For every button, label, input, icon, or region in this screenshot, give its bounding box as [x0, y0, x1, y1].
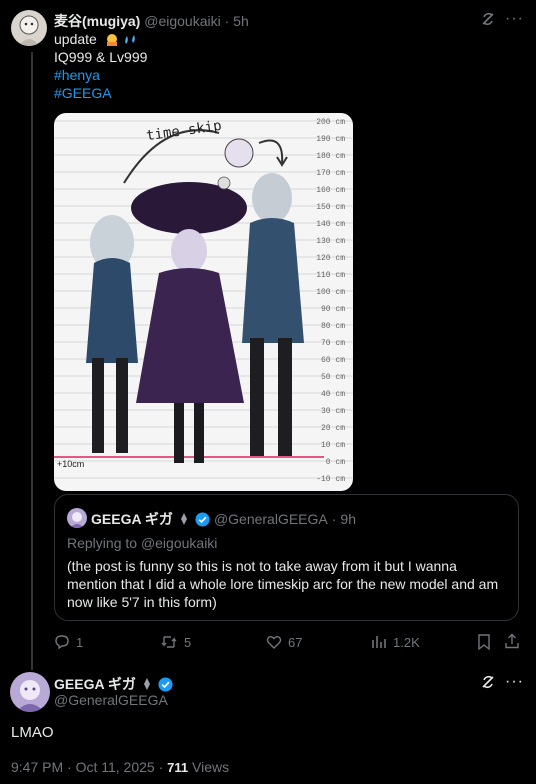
- repost-icon: [160, 634, 178, 650]
- analytics-icon: [371, 634, 387, 650]
- views-button[interactable]: 1.2K: [371, 634, 420, 650]
- scale-note: +10cm: [57, 459, 85, 469]
- quoted-post[interactable]: GEEGA ギガ @GeneralGEEGA · 9h Replying to …: [54, 494, 519, 621]
- ruler-label: 130 cm: [316, 237, 345, 246]
- reply-button[interactable]: 1: [54, 634, 83, 650]
- bookmark-icon[interactable]: [477, 634, 491, 650]
- more-options-icon[interactable]: ···: [505, 10, 524, 28]
- ruler-label: 80 cm: [321, 322, 345, 331]
- ruler-label: 170 cm: [316, 169, 345, 178]
- reply-meta: 9:47 PM · Oct 11, 2025 · 711 Views: [11, 759, 230, 775]
- grok-icon[interactable]: [480, 11, 496, 27]
- post-time[interactable]: 5h: [233, 13, 249, 29]
- post-text: update IQ999 & Lv999 #henya #GEEGA: [54, 31, 148, 102]
- quoted-author-avatar: [67, 508, 87, 528]
- heart-icon: [266, 634, 282, 650]
- replying-to: Replying to @eigoukaiki: [67, 535, 218, 551]
- more-options-icon[interactable]: ···: [505, 673, 524, 691]
- like-button[interactable]: 67: [266, 634, 302, 650]
- ruler-label: 160 cm: [316, 186, 345, 195]
- quoted-post-time: 9h: [340, 511, 356, 527]
- thread-connector-line: [31, 52, 33, 670]
- ruler-label: 30 cm: [321, 407, 345, 416]
- quoted-post-text: (the post is funny so this is not to tak…: [67, 558, 499, 610]
- author-handle[interactable]: @eigoukaiki: [144, 13, 220, 29]
- ruler-label: 190 cm: [316, 135, 345, 144]
- ruler-label: 60 cm: [321, 356, 345, 365]
- post-image[interactable]: 200 cm 190 cm 180 cm 170 cm 160 cm 150 cm 140 …: [54, 113, 353, 491]
- affiliate-badge-icon: [177, 512, 191, 526]
- hashtag-henya[interactable]: #henya: [54, 66, 147, 84]
- verified-badge-icon: [158, 676, 173, 692]
- reply-timestamp[interactable]: 9:47 PM · Oct 11, 2025 ·: [11, 759, 167, 775]
- reply-icon: [54, 634, 70, 650]
- ruler-label: 120 cm: [316, 254, 345, 263]
- ruler-label: 100 cm: [316, 288, 345, 297]
- reply-author-row: GEEGA ギガ: [54, 674, 173, 694]
- ruler-label: 110 cm: [316, 271, 345, 280]
- ruler-label: 70 cm: [321, 339, 345, 348]
- author-name[interactable]: 麦谷(mugiya): [54, 13, 140, 29]
- views-count: 711: [167, 760, 189, 775]
- share-icon[interactable]: [504, 633, 520, 649]
- hashtag-geega[interactable]: #GEEGA: [54, 84, 147, 102]
- ruler-label: 40 cm: [321, 390, 345, 399]
- height-chart-illustration: 200 cm 190 cm 180 cm 170 cm 160 cm 150 cm 140 …: [54, 118, 353, 484]
- reply-author-handle[interactable]: @GeneralGEEGA: [54, 692, 168, 708]
- ruler-label: 50 cm: [321, 373, 345, 382]
- reply-author-name[interactable]: GEEGA ギガ: [54, 674, 136, 694]
- ruler-label: -10 cm: [316, 475, 345, 484]
- post-header: 麦谷(mugiya) @eigoukaiki · 5h: [54, 13, 249, 29]
- quoted-author-name: GEEGA ギガ: [91, 511, 173, 527]
- affiliate-badge-icon: [140, 677, 154, 691]
- character-figures: [86, 129, 304, 463]
- quoted-author-handle: @GeneralGEEGA: [213, 511, 328, 527]
- reply-author-avatar[interactable]: [10, 672, 50, 712]
- emoji-pouring-icon: [105, 33, 139, 47]
- ruler-label: 200 cm: [316, 118, 345, 127]
- ruler-label: 90 cm: [321, 305, 345, 314]
- ruler-label: 140 cm: [316, 220, 345, 229]
- repost-button[interactable]: 5: [160, 634, 191, 650]
- ruler-label: 0 cm: [326, 458, 345, 467]
- grok-icon[interactable]: [480, 674, 496, 690]
- ruler-label: 10 cm: [321, 441, 345, 450]
- verified-badge-icon: [195, 511, 210, 527]
- ruler-label: 180 cm: [316, 152, 345, 161]
- ruler-label: 150 cm: [316, 203, 345, 212]
- author-avatar[interactable]: [11, 10, 47, 46]
- reply-text: LMAO: [11, 724, 54, 741]
- ruler-label: 20 cm: [321, 424, 345, 433]
